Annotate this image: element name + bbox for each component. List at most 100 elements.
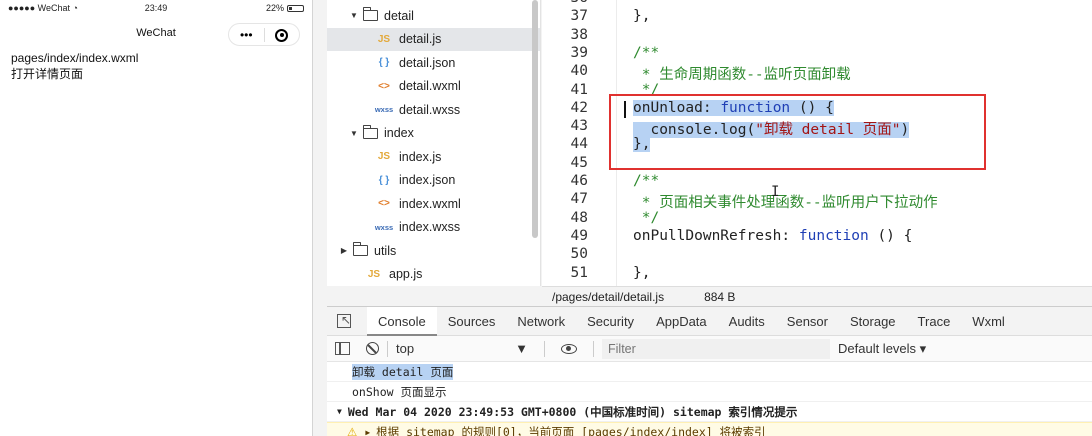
- chevron-down-icon[interactable]: ▼: [349, 11, 359, 20]
- code-line[interactable]: },: [633, 265, 650, 281]
- editor-status-bar: /pages/detail/detail.js 884 B: [542, 286, 1092, 306]
- json-file-icon: { }: [378, 174, 390, 186]
- close-button[interactable]: [265, 27, 300, 42]
- tree-file[interactable]: { } detail.json: [327, 51, 540, 74]
- code-token: * 生命周期函数--监听页面卸载: [633, 67, 851, 84]
- line-number: 37: [570, 8, 588, 25]
- wxss-file-icon: wxss: [374, 222, 394, 232]
- phone-time: 23:49: [144, 3, 168, 13]
- open-detail-text[interactable]: 打开详情页面: [0, 66, 312, 82]
- code-token: onPullDownRefresh:: [633, 227, 799, 244]
- tab-sensor[interactable]: Sensor: [776, 307, 839, 336]
- clear-console-icon[interactable]: [366, 342, 379, 355]
- tab-console[interactable]: Console: [367, 306, 437, 336]
- line-number: 39: [570, 44, 588, 61]
- tab-wxml[interactable]: Wxml: [961, 307, 1016, 336]
- tree-file[interactable]: wxss detail.wxss: [327, 98, 540, 121]
- js-file-icon: JS: [377, 33, 391, 45]
- line-number: 41: [570, 81, 588, 98]
- tree-folder[interactable]: ▼ index: [327, 122, 540, 145]
- code-line[interactable]: onPullDownRefresh: function () {: [633, 228, 912, 244]
- sidebar-toggle-icon[interactable]: [335, 342, 350, 355]
- filter-input[interactable]: [602, 338, 830, 359]
- tab-network[interactable]: Network: [506, 307, 576, 336]
- file-tree: ▼ detail JS detail.js { } detail.json <> detail…: [327, 0, 541, 286]
- console-log-row: 卸载 detail 页面: [327, 362, 1092, 382]
- inspect-element-icon[interactable]: [337, 313, 351, 328]
- tree-file[interactable]: JS detail.js: [327, 27, 540, 51]
- code-line[interactable]: /**: [633, 45, 659, 61]
- code-line[interactable]: */: [633, 210, 659, 226]
- target-icon: [275, 28, 289, 42]
- code-editor[interactable]: 36 37}, 3839 /** 40 * 生命周期函数--监听页面卸载 41 */ 42 o…: [542, 0, 1092, 286]
- tab-trace[interactable]: Trace: [907, 307, 962, 336]
- chevron-down-icon[interactable]: ▼: [349, 129, 359, 138]
- tab-security[interactable]: Security: [576, 307, 645, 336]
- json-file-icon: { }: [378, 57, 390, 68]
- tree-file[interactable]: { } index.json: [327, 169, 540, 192]
- chevron-right-icon[interactable]: ▶: [339, 246, 349, 255]
- capsule-menu: •••: [228, 23, 300, 46]
- wxml-file-icon: <>: [378, 198, 390, 209]
- code-line[interactable]: * 页面相关事件处理函数--监听用户下拉动作: [633, 191, 938, 212]
- line-number: 45: [570, 154, 588, 171]
- tree-folder[interactable]: ▶ utils: [327, 239, 540, 262]
- code-line[interactable]: },: [633, 8, 650, 24]
- line-number: 42: [570, 99, 588, 116]
- devtools-panel: Console Sources Network Security AppData…: [327, 306, 1092, 436]
- tree-file[interactable]: JS app.js: [327, 263, 540, 286]
- tab-sources[interactable]: Sources: [437, 307, 507, 336]
- simulator-panel: ●●●●● WeChat ◔ 23:49 22% WeChat ••• page…: [0, 0, 313, 436]
- line-number: 38: [570, 26, 588, 43]
- code-token: */: [633, 209, 660, 226]
- log-text: Wed Mar 04 2020 23:49:53 GMT+0800 (中国标准时…: [347, 404, 798, 419]
- dropdown-arrow-icon: ▼: [515, 341, 528, 356]
- nav-title: WeChat: [136, 27, 176, 39]
- expand-triangle-icon[interactable]: ▼: [337, 407, 342, 416]
- tab-appdata[interactable]: AppData: [645, 307, 718, 336]
- console-warning-row: ⚠ ▶ 根据 sitemap 的规则[0]，当前页面 [pages/index/in…: [327, 422, 1092, 436]
- expand-triangle-icon[interactable]: ▶: [365, 428, 370, 436]
- tree-file[interactable]: JS index.js: [327, 145, 540, 168]
- more-button[interactable]: •••: [229, 28, 264, 42]
- tree-folder[interactable]: ▼ detail: [327, 4, 540, 27]
- line-number: 43: [570, 118, 588, 135]
- tree-scrollbar[interactable]: [532, 0, 538, 238]
- text-cursor: [624, 101, 626, 118]
- battery-status: 22%: [205, 3, 305, 13]
- line-number: 47: [570, 191, 588, 208]
- code-line[interactable]: * 生命周期函数--监听页面卸载: [633, 63, 851, 84]
- page-path-text: pages/index/index.wxml: [11, 51, 139, 65]
- wechat-nav-bar: WeChat •••: [0, 16, 312, 50]
- eye-icon[interactable]: [561, 343, 577, 354]
- file-path: /pages/detail/detail.js: [552, 289, 665, 304]
- wxml-file-icon: <>: [378, 80, 390, 92]
- tree-file[interactable]: <> index.wxml: [327, 192, 540, 215]
- context-select[interactable]: top ▼: [396, 341, 536, 356]
- console-toolbar: top▼ Default levels ▾: [327, 336, 1092, 362]
- line-number: 36: [552, 0, 588, 6]
- signal-carrier: ●●●●● WeChat ◔: [8, 3, 78, 13]
- tab-audits[interactable]: Audits: [718, 307, 776, 336]
- devtools-tabs: Console Sources Network Security AppData…: [327, 306, 1092, 336]
- code-token: () {: [868, 227, 913, 244]
- devtools-window: ●●●●● WeChat ◔ 23:49 22% WeChat ••• page…: [0, 0, 1092, 436]
- tree-file[interactable]: <> detail.wxml: [327, 75, 540, 98]
- log-text: 根据 sitemap 的规则[0]，当前页面 [pages/index/inde…: [376, 425, 766, 436]
- code-token: /**: [633, 173, 660, 189]
- phone-status-bar: ●●●●● WeChat ◔ 23:49 22%: [0, 0, 312, 16]
- js-file-icon: JS: [377, 151, 391, 162]
- ibeam-cursor-icon: I: [771, 184, 780, 200]
- line-number: 50: [570, 246, 588, 263]
- wxss-file-icon: wxss: [374, 105, 394, 114]
- tree-item-label: index: [384, 126, 414, 140]
- console-group-row[interactable]: ▼ Wed Mar 04 2020 23:49:53 GMT+0800 (中国标准…: [327, 402, 1092, 422]
- tab-storage[interactable]: Storage: [839, 307, 907, 336]
- code-line[interactable]: /**: [633, 173, 659, 189]
- log-text: 卸载 detail 页面: [352, 363, 454, 380]
- log-levels-select[interactable]: Default levels ▾: [838, 341, 926, 357]
- tree-file[interactable]: wxss index.wxss: [327, 216, 540, 239]
- code-token: * 页面相关事件处理函数--监听用户下拉动作: [633, 195, 938, 212]
- tree-item-label: detail.json: [399, 55, 456, 70]
- js-file-icon: JS: [367, 268, 381, 280]
